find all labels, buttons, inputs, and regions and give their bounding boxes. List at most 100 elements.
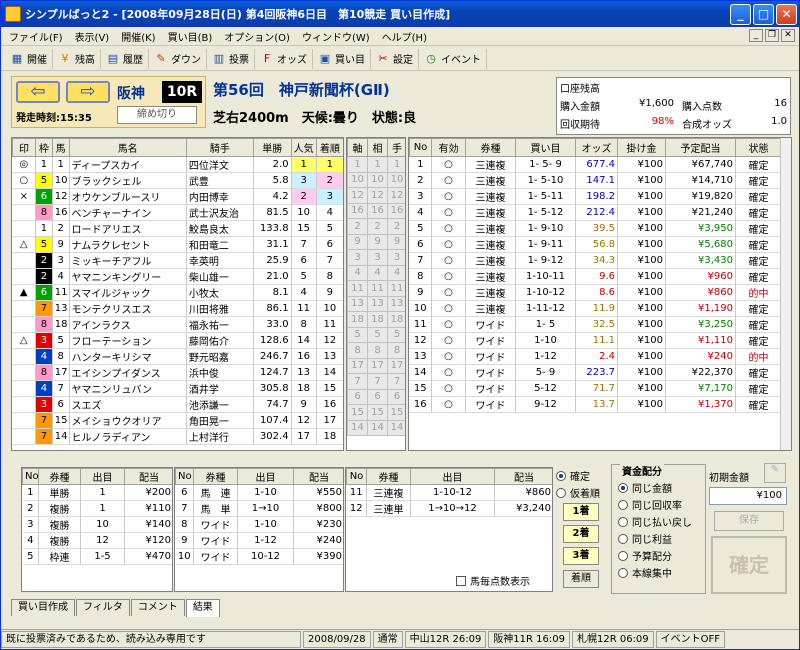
bet-row[interactable]: 8 ○ 三連複 1-10-11 9.6 ¥100 ¥960 確定 (409, 268, 782, 285)
pick-hand-cell[interactable]: 5 (387, 326, 405, 343)
tentative-radio[interactable]: 仮着順 (556, 484, 606, 501)
col-win-odds[interactable]: 単勝 (252, 138, 292, 157)
fund-option-radio[interactable]: 同じ払い戻し (618, 513, 692, 530)
pick-partner-cell[interactable]: 8 (367, 342, 388, 359)
menu-window[interactable]: ウィンドウ(W) (296, 29, 376, 44)
pick-partner-cell[interactable]: 11 (367, 280, 388, 297)
pick-hand-cell[interactable]: 7 (387, 373, 405, 390)
pick-partner-cell[interactable]: 10 (367, 171, 388, 188)
pick-hand-cell[interactable]: 10 (387, 171, 405, 188)
horse-row[interactable]: 7 15 メイショウクオリア 角田晃一 107.4 12 17 (12, 412, 343, 429)
bet-row[interactable]: 9 ○ 三連複 1-10-12 8.6 ¥100 ¥860 的中 (409, 284, 782, 301)
fund-option-radio[interactable]: 同じ回収率 (618, 496, 692, 513)
pick-axis-cell[interactable]: 11 (347, 280, 368, 297)
tool-event[interactable]: ◷ イベント (419, 48, 487, 69)
third-place-button[interactable]: 3着 (563, 547, 599, 565)
col-popularity[interactable]: 人気 (290, 138, 317, 157)
pick-axis-cell[interactable]: 5 (347, 326, 368, 343)
pick-hand-cell[interactable]: 15 (387, 404, 405, 421)
bet-row[interactable]: 6 ○ 三連複 1- 9-11 56.8 ¥100 ¥5,680 確定 (409, 236, 782, 253)
pick-hand-cell[interactable]: 16 (387, 202, 405, 219)
tool-balance[interactable]: ¥ 残高 (53, 48, 101, 69)
fund-option-radio[interactable]: 本線集中 (618, 564, 692, 581)
horse-row[interactable]: 8 18 アインラクス 福永祐一 33.0 8 11 (12, 316, 343, 333)
pick-axis-cell[interactable]: 12 (347, 187, 368, 204)
pick-partner-cell[interactable]: 4 (367, 264, 388, 281)
bet-row[interactable]: 3 ○ 三連複 1- 5-11 198.2 ¥100 ¥19,820 確定 (409, 188, 782, 205)
col-gate[interactable]: 枠 (35, 138, 53, 157)
col-status[interactable]: 状態 (735, 138, 782, 157)
pick-partner-cell[interactable]: 18 (367, 311, 388, 328)
horse-row[interactable]: 4 7 ヤマニンリュバン 酒井学 305.8 18 15 (12, 380, 343, 397)
pick-hand-cell[interactable]: 1 (387, 156, 405, 173)
prev-race-button[interactable]: ⇦ (16, 81, 60, 103)
col-horse-no[interactable]: 馬 (51, 138, 70, 157)
fund-option-radio[interactable]: 予算配分 (618, 547, 692, 564)
horse-row[interactable]: 7 13 モンテクリスエス 川田将雅 86.1 11 10 (12, 300, 343, 317)
col-hand[interactable]: 手 (387, 138, 405, 157)
col-horse-name[interactable]: 馬名 (68, 138, 187, 157)
col-stake[interactable]: 掛け金 (617, 138, 666, 157)
menu-help[interactable]: ヘルプ(H) (376, 29, 433, 44)
pick-hand-cell[interactable]: 18 (387, 311, 405, 328)
col-axis[interactable]: 軸 (347, 138, 368, 157)
pick-partner-cell[interactable]: 1 (367, 156, 388, 173)
menu-meeting[interactable]: 開催(K) (115, 29, 161, 44)
col-bet-no[interactable]: No (409, 138, 432, 157)
horse-row[interactable]: 8 16 ベンチャーナイン 武士沢友治 81.5 10 4 (12, 204, 343, 221)
pick-axis-cell[interactable]: 2 (347, 218, 368, 235)
horse-row[interactable]: 4 8 ハンターキリシマ 野元昭嘉 246.7 16 13 (12, 348, 343, 365)
pick-hand-cell[interactable]: 3 (387, 249, 405, 266)
first-place-button[interactable]: 1着 (563, 503, 599, 521)
col-finish[interactable]: 着順 (315, 138, 343, 157)
pick-partner-cell[interactable]: 5 (367, 326, 388, 343)
col-valid[interactable]: 有効 (431, 138, 466, 157)
pick-partner-cell[interactable]: 3 (367, 249, 388, 266)
bet-row[interactable]: 11 ○ ワイド 1- 5 32.5 ¥100 ¥3,250 確定 (409, 316, 782, 333)
pick-partner-cell[interactable]: 2 (367, 218, 388, 235)
col-partner[interactable]: 相 (367, 138, 388, 157)
bet-row[interactable]: 5 ○ 三連複 1- 9-10 39.5 ¥100 ¥3,950 確定 (409, 220, 782, 237)
bet-row[interactable]: 2 ○ 三連複 1- 5-10 147.1 ¥100 ¥14,710 確定 (409, 172, 782, 189)
tool-download[interactable]: ✎ ダウン (149, 48, 207, 69)
fund-option-radio[interactable]: 同じ金額 (618, 479, 692, 496)
pick-axis-cell[interactable]: 9 (347, 233, 368, 250)
tab-results[interactable]: 結果 (185, 599, 220, 617)
pick-axis-cell[interactable]: 10 (347, 171, 368, 188)
pick-axis-cell[interactable]: 17 (347, 357, 368, 374)
edit-icon[interactable]: ✎ (764, 463, 786, 483)
horse-row[interactable]: △ 5 9 ナムラクレセント 和田竜二 31.1 7 6 (12, 236, 343, 253)
horse-row[interactable]: 8 17 エイシンプイダンス 浜中俊 124.7 13 14 (12, 364, 343, 381)
pick-hand-cell[interactable]: 4 (387, 264, 405, 281)
menu-bets[interactable]: 買い目(B) (162, 29, 219, 44)
minimize-button[interactable]: _ (730, 4, 751, 25)
pick-hand-cell[interactable]: 2 (387, 218, 405, 235)
tab-comment[interactable]: コメント (130, 599, 185, 616)
close-time-button[interactable]: 締め切り (117, 106, 197, 124)
pick-hand-cell[interactable]: 6 (387, 388, 405, 405)
pick-partner-cell[interactable]: 14 (367, 419, 388, 436)
menu-file[interactable]: ファイル(F) (3, 29, 69, 44)
per-horse-checkbox[interactable] (456, 575, 466, 586)
col-combo[interactable]: 買い目 (515, 138, 576, 157)
horse-row[interactable]: 1 2 ロードアリエス 鮫島良太 133.8 15 5 (12, 220, 343, 237)
bet-row[interactable]: 12 ○ ワイド 1-10 11.1 ¥100 ¥1,110 確定 (409, 332, 782, 349)
tool-settings[interactable]: ✂ 設定 (371, 48, 419, 69)
pick-partner-cell[interactable]: 7 (367, 373, 388, 390)
bet-row[interactable]: 16 ○ ワイド 9-12 13.7 ¥100 ¥1,370 確定 (409, 396, 782, 413)
bet-row[interactable]: 15 ○ ワイド 5-12 71.7 ¥100 ¥7,170 確定 (409, 380, 782, 397)
mdi-restore-button[interactable]: ❐ (765, 29, 779, 42)
horse-row[interactable]: 7 14 ヒルノラディアン 上村洋行 302.4 17 18 (12, 428, 343, 445)
fund-option-radio[interactable]: 同じ利益 (618, 530, 692, 547)
horse-row[interactable]: ○ 5 10 ブラックシェル 武豊 5.8 3 2 (12, 172, 343, 189)
col-odds[interactable]: オッズ (575, 138, 618, 157)
pick-axis-cell[interactable]: 7 (347, 373, 368, 390)
pick-hand-cell[interactable]: 17 (387, 357, 405, 374)
mdi-close-button[interactable]: ✕ (781, 29, 795, 42)
second-place-button[interactable]: 2着 (563, 525, 599, 543)
pick-partner-cell[interactable]: 13 (367, 295, 388, 312)
pick-axis-cell[interactable]: 18 (347, 311, 368, 328)
col-jockey[interactable]: 騎手 (185, 138, 254, 157)
tab-filter[interactable]: フィルタ (76, 599, 130, 616)
pick-axis-cell[interactable]: 8 (347, 342, 368, 359)
